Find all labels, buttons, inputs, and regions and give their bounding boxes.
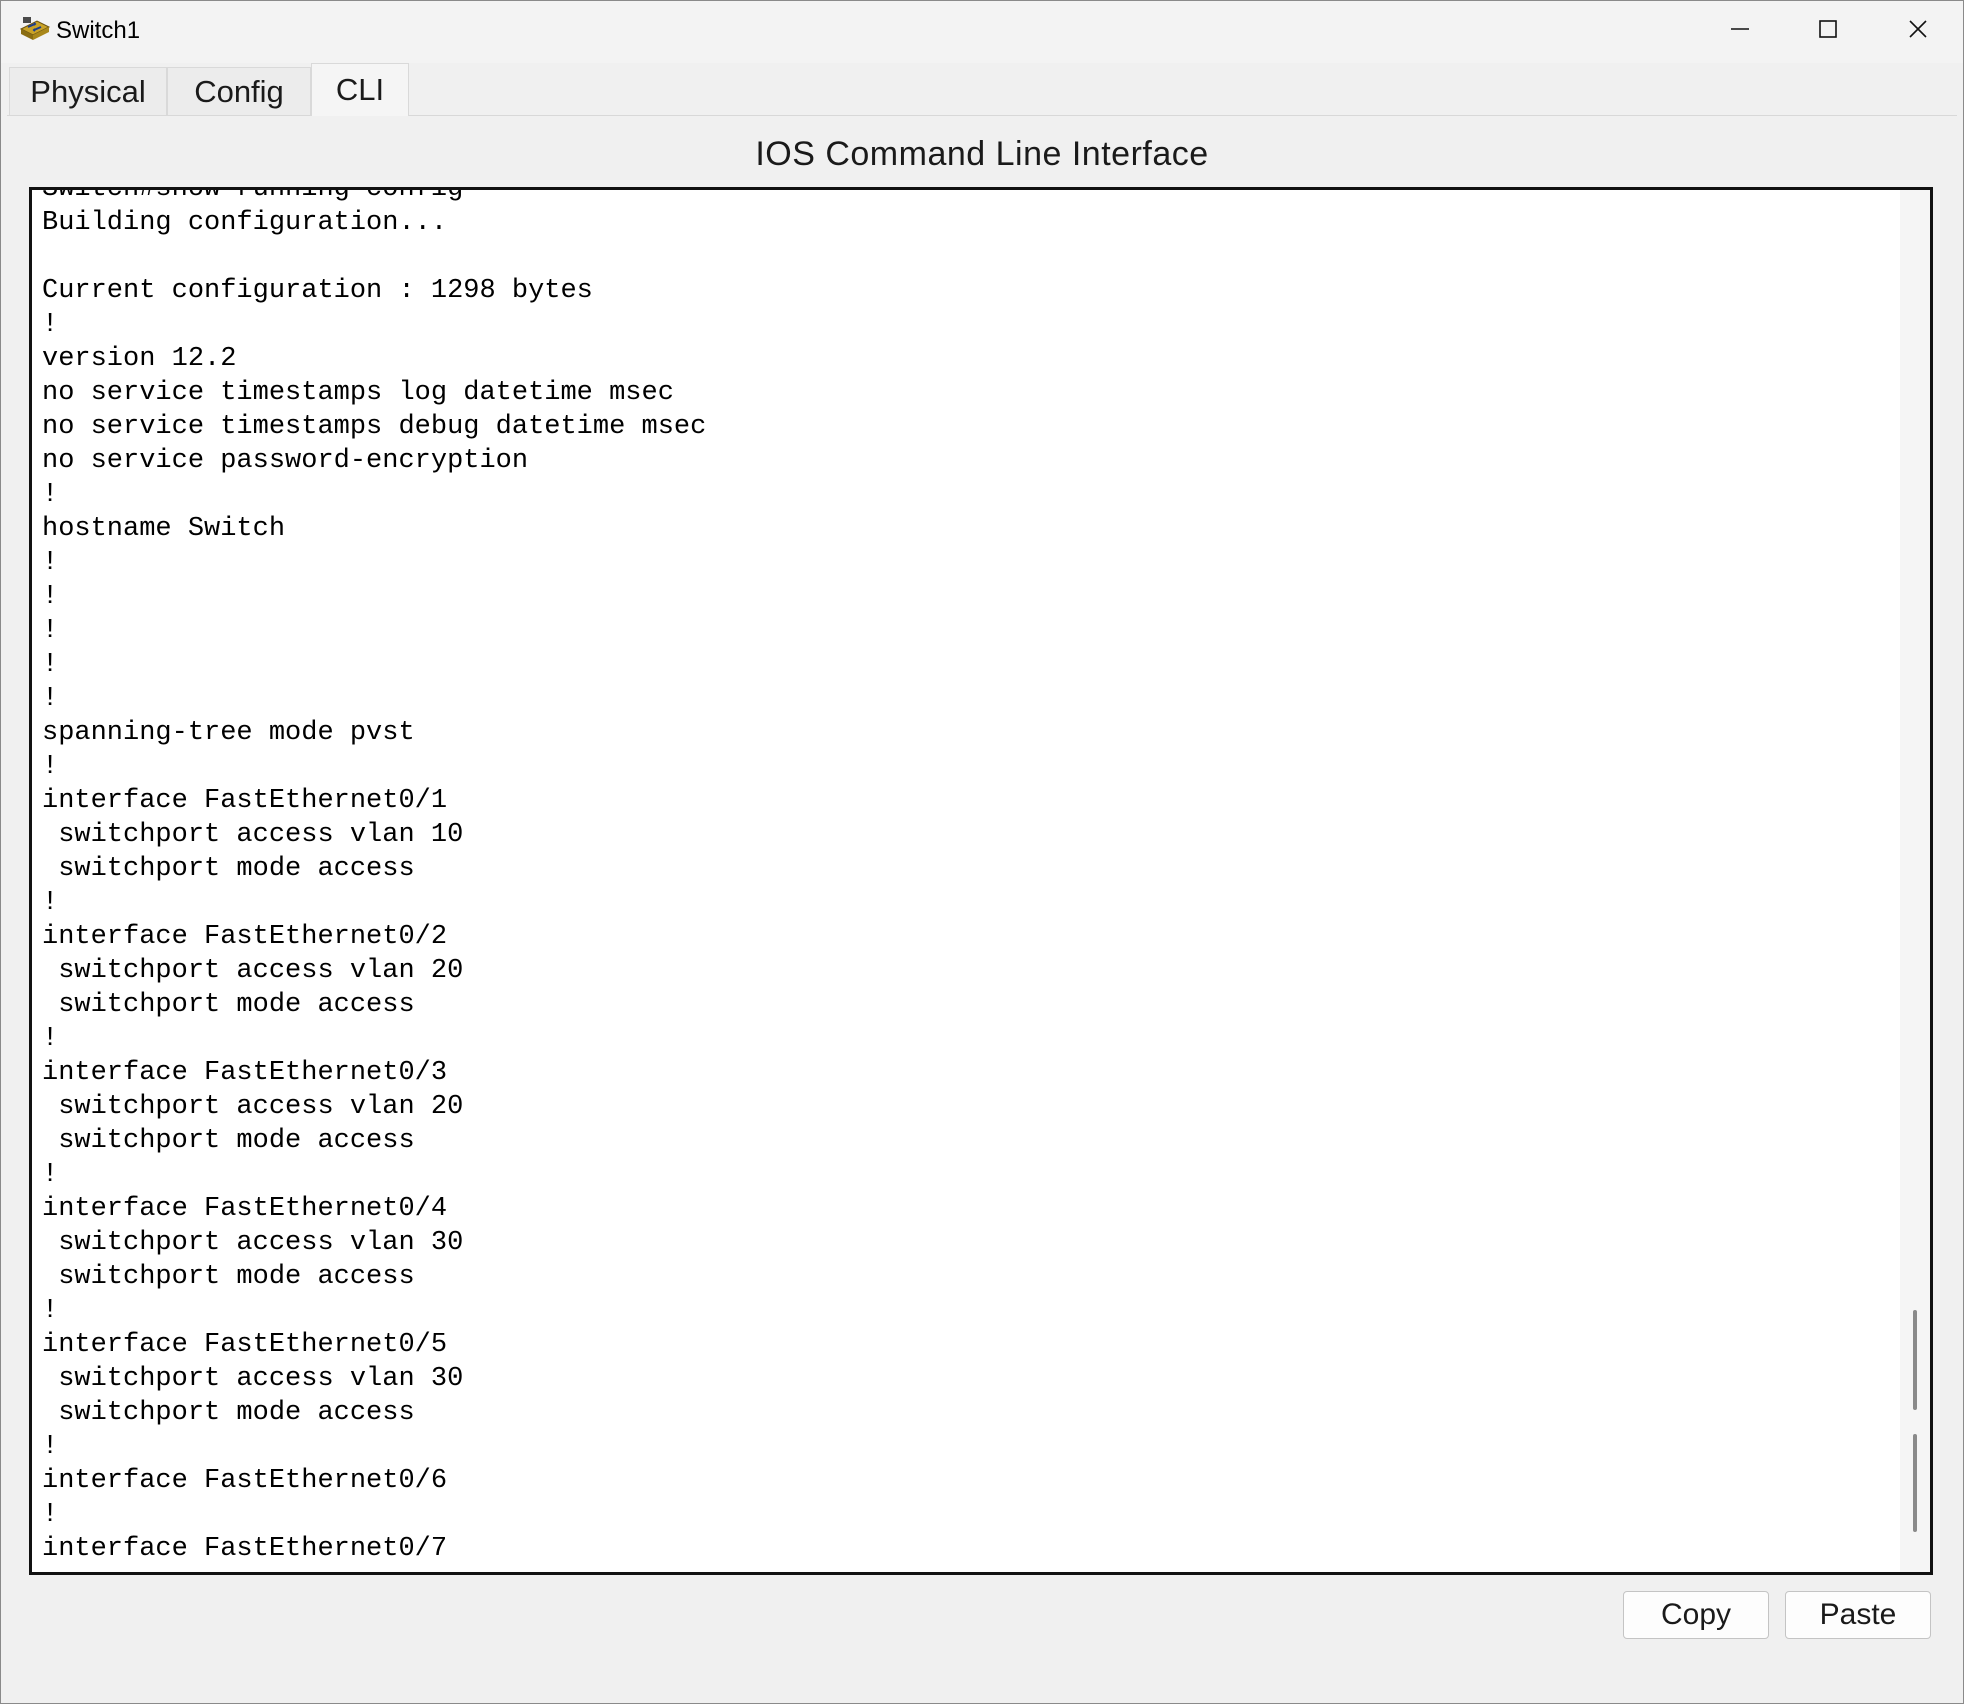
- title-bar[interactable]: Switch1: [1, 1, 1963, 63]
- paste-button[interactable]: Paste: [1785, 1591, 1931, 1639]
- tab-cli[interactable]: CLI: [311, 63, 409, 116]
- scrollbar-thumb[interactable]: [1913, 1310, 1917, 1410]
- scrollbar-thumb-lower[interactable]: [1913, 1434, 1917, 1532]
- maximize-button[interactable]: [1783, 1, 1873, 61]
- terminal-output[interactable]: Switch#show running-config Building conf…: [42, 190, 706, 1566]
- minimize-icon: [1729, 18, 1751, 45]
- terminal-scrollbar[interactable]: [1900, 190, 1930, 1572]
- maximize-icon: [1817, 18, 1839, 45]
- copy-button[interactable]: Copy: [1623, 1591, 1769, 1639]
- tab-bar: Physical Config CLI: [7, 63, 1957, 116]
- tab-physical[interactable]: Physical: [9, 67, 167, 115]
- close-icon: [1907, 18, 1929, 45]
- close-button[interactable]: [1873, 1, 1963, 61]
- panel-title: IOS Command Line Interface: [755, 135, 1209, 173]
- switch-device-icon: [19, 15, 51, 43]
- cli-terminal[interactable]: Switch#show running-config Building conf…: [29, 187, 1933, 1575]
- tab-config[interactable]: Config: [167, 67, 311, 115]
- switch-window: Switch1 Physical Config CLI IOS Command …: [0, 0, 1964, 1704]
- window-title: Switch1: [56, 17, 141, 44]
- minimize-button[interactable]: [1695, 1, 1785, 61]
